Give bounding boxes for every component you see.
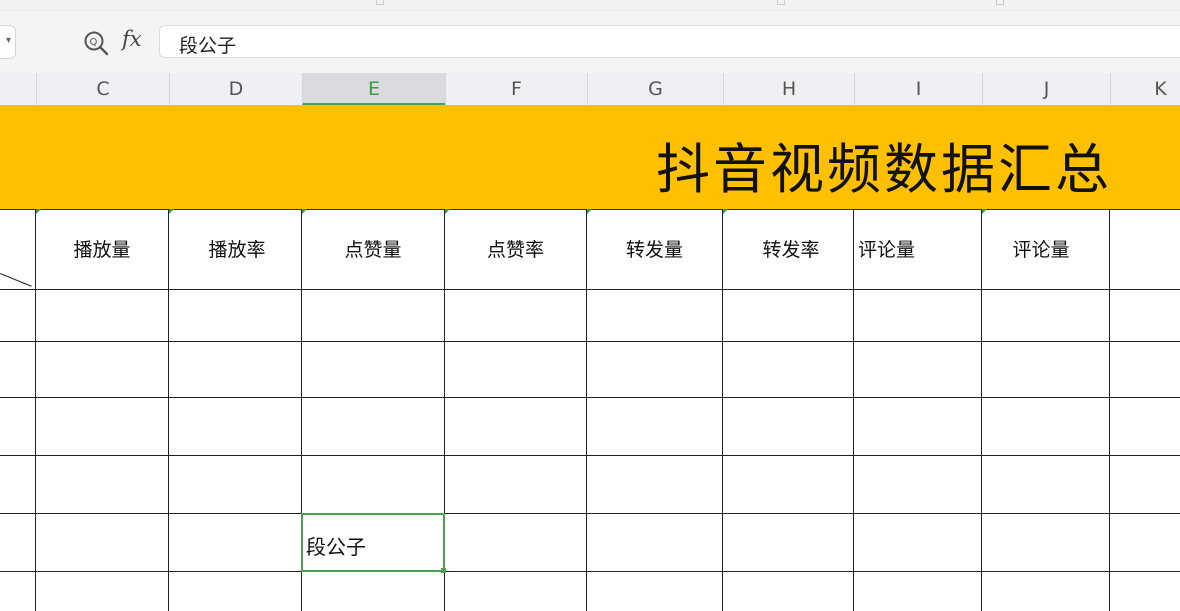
grid-line [0,289,1180,290]
grid-line [0,341,1180,342]
top-strip [0,0,1180,11]
header-cell-plays[interactable]: 播放量 [36,209,168,289]
column-header-i[interactable]: I [854,73,982,105]
grid-line [0,571,1180,572]
sheet-title: 抖音视频数据汇总 [656,138,1112,201]
fx-icon[interactable]: fx [122,27,142,51]
header-cell-share-rate[interactable]: 转发率 [723,209,853,289]
grid-line [0,455,1180,456]
fill-handle[interactable] [441,568,446,573]
grid-line [0,397,1180,398]
column-header-f[interactable]: F [445,73,587,105]
column-header-k[interactable]: K [1110,73,1180,105]
header-cell-comments[interactable]: 评论量 [858,209,978,289]
zoom-icon[interactable]: Q [83,30,109,56]
name-box-dropdown[interactable]: ▾ [0,25,16,59]
chevron-down-icon[interactable]: ▾ [6,35,11,46]
column-header-h[interactable]: H [723,73,854,105]
formula-bar: ▾ Q fx 段公子 [0,11,1180,73]
tab-divider [376,0,384,5]
column-header-bar: C D E F G H I J K [0,73,1180,106]
tab-divider [996,0,1004,5]
svg-text:Q: Q [90,37,98,48]
grid-line [0,513,1180,514]
formula-input[interactable]: 段公子 [159,25,1180,58]
header-cell-shares[interactable]: 转发量 [587,209,722,289]
column-header-g[interactable]: G [587,73,723,105]
header-cell-comments-2[interactable]: 评论量 [982,209,1100,289]
tab-divider [777,0,785,5]
title-cell[interactable]: 抖音视频数据汇总 [0,105,1180,210]
column-header-blank[interactable] [0,73,36,105]
header-cell-likes[interactable]: 点赞量 [302,209,444,289]
column-header-d[interactable]: D [169,73,302,105]
selected-cell[interactable]: 段公子 [301,513,445,572]
cell-grid[interactable]: 播放量 播放率 点赞量 点赞率 转发量 转发率 评论量 评论量 [0,209,1180,611]
grid-line [853,209,854,611]
column-header-c[interactable]: C [36,73,169,105]
column-header-e[interactable]: E [302,73,445,105]
grid-line [1109,209,1110,611]
header-cell-like-rate[interactable]: 点赞率 [445,209,586,289]
column-header-j[interactable]: J [982,73,1110,105]
header-cell-play-rate[interactable]: 播放率 [169,209,301,289]
